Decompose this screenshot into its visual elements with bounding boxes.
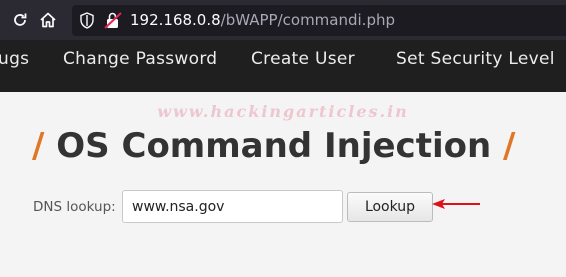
refresh-icon[interactable] xyxy=(10,10,30,30)
watermark: www.hackingarticles.in xyxy=(157,102,409,121)
page-title: / OS Command Injection / xyxy=(32,122,515,172)
red-arrow-icon xyxy=(430,196,482,215)
dns-lookup-label: DNS lookup: xyxy=(33,199,116,215)
title-slash-right: / xyxy=(503,126,516,166)
main-menu: ugs Change Password Create User Set Secu… xyxy=(0,40,566,92)
address-bar[interactable]: 192.168.0.8/bWAPP/commandi.php xyxy=(72,5,566,36)
lookup-button[interactable]: Lookup xyxy=(347,192,433,222)
title-text: OS Command Injection xyxy=(56,126,492,166)
dns-lookup-input[interactable] xyxy=(122,190,343,223)
menu-item-set-security-level[interactable]: Set Security Level xyxy=(396,40,555,92)
main-content: www.hackingarticles.in / OS Command Inje… xyxy=(0,92,566,277)
menu-item-change-password[interactable]: Change Password xyxy=(63,40,217,92)
title-slash-left: / xyxy=(32,126,45,166)
url-host: 192.168.0.8 xyxy=(130,11,221,29)
insecure-lock-icon[interactable] xyxy=(104,11,122,34)
browser-toolbar: 192.168.0.8/bWAPP/commandi.php xyxy=(0,0,566,40)
menu-item-bugs[interactable]: ugs xyxy=(0,40,29,92)
shield-icon[interactable] xyxy=(80,12,94,33)
menu-item-create-user[interactable]: Create User xyxy=(251,40,355,92)
url-path: /bWAPP/commandi.php xyxy=(220,11,396,29)
url-text: 192.168.0.8/bWAPP/commandi.php xyxy=(130,11,395,30)
home-icon[interactable] xyxy=(38,10,58,30)
